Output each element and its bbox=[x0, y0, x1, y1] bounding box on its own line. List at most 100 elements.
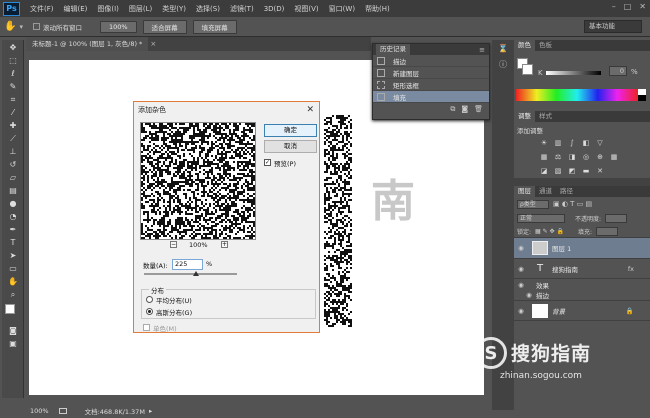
screen-mode-icon[interactable]: ▣ bbox=[6, 339, 20, 349]
close-icon[interactable]: ✕ bbox=[639, 2, 646, 11]
amount-input[interactable]: 225 bbox=[172, 259, 203, 270]
panel-menu-icon[interactable]: ≡ bbox=[479, 46, 485, 54]
channel-mixer-icon[interactable]: ⊕ bbox=[595, 153, 605, 162]
history-item[interactable]: 矩形选框 bbox=[373, 79, 489, 91]
move-tool-icon[interactable]: ✥ bbox=[6, 43, 20, 53]
filter-icons[interactable]: ▣ ◐ T ▭ ▤ bbox=[553, 200, 592, 208]
stroke-effect-row[interactable]: ◉ 描边 bbox=[514, 290, 650, 301]
uniform-radio[interactable] bbox=[146, 296, 153, 303]
status-arrow-icon[interactable]: ▸ bbox=[149, 407, 152, 415]
tab-swatches[interactable]: 色板 bbox=[535, 40, 556, 51]
shape-tool-icon[interactable]: ▭ bbox=[6, 264, 20, 274]
tool-preset-dropdown[interactable]: ▾ bbox=[19, 23, 23, 31]
type-tool-icon[interactable]: T bbox=[6, 238, 20, 248]
stamp-tool-icon[interactable]: ⊥ bbox=[6, 147, 20, 157]
brush-tool-icon[interactable]: ⟋ bbox=[6, 134, 20, 144]
threshold-icon[interactable]: ◩ bbox=[567, 167, 577, 176]
photo-filter-icon[interactable]: ◎ bbox=[581, 153, 591, 162]
menu-type[interactable]: 类型(Y) bbox=[157, 4, 191, 14]
pen-tool-icon[interactable]: ✒ bbox=[6, 225, 20, 235]
fx-icon[interactable]: fx bbox=[628, 265, 634, 273]
crop-tool-icon[interactable]: ⌗ bbox=[6, 95, 20, 105]
path-select-tool-icon[interactable]: ➤ bbox=[6, 251, 20, 261]
quick-mask-icon[interactable]: ◙ bbox=[6, 326, 20, 336]
color-balance-icon[interactable]: ⚖ bbox=[553, 153, 563, 162]
history-item[interactable]: 新建图层 bbox=[373, 67, 489, 79]
lasso-tool-icon[interactable]: ℓ bbox=[6, 69, 20, 79]
amount-slider-track[interactable] bbox=[144, 273, 237, 275]
k-slider[interactable] bbox=[546, 71, 601, 75]
bg-color-swatch[interactable] bbox=[522, 64, 533, 75]
layer-row[interactable]: ◉ T 搜狗指南 fx bbox=[514, 259, 650, 279]
invert-icon[interactable]: ◪ bbox=[539, 167, 549, 176]
effects-row[interactable]: ◉ 效果 bbox=[514, 279, 650, 290]
menu-window[interactable]: 窗口(W) bbox=[324, 4, 360, 14]
color-swatches[interactable] bbox=[5, 304, 20, 322]
eye-icon[interactable]: ◉ bbox=[522, 291, 536, 299]
menu-layer[interactable]: 图层(L) bbox=[124, 4, 157, 14]
export-icon[interactable] bbox=[58, 407, 67, 414]
selective-color-icon[interactable]: ✕ bbox=[595, 167, 605, 176]
cancel-button[interactable]: 取消 bbox=[264, 140, 317, 153]
tab-paths[interactable]: 路径 bbox=[556, 186, 577, 197]
eye-icon[interactable]: ◉ bbox=[514, 265, 528, 273]
history-brush-icon[interactable]: ↺ bbox=[6, 160, 20, 170]
document-tab[interactable]: 未标题-1 @ 100% (图层 1, 灰色/8) * bbox=[26, 37, 149, 51]
background-layer-row[interactable]: ◉ 背景 🔒 bbox=[514, 301, 650, 321]
zoom-out-button[interactable]: − bbox=[170, 241, 177, 248]
menu-image[interactable]: 图像(I) bbox=[92, 4, 124, 14]
history-panel-icon[interactable]: ⌛ bbox=[492, 44, 514, 53]
hand-tool-icon-2[interactable]: ✋ bbox=[6, 277, 20, 287]
fit-screen-button[interactable]: 适合屏幕 bbox=[142, 19, 187, 34]
actual-pixels-button[interactable]: 100% bbox=[99, 20, 137, 33]
zoom-level[interactable]: 100% bbox=[30, 407, 49, 415]
quick-select-tool-icon[interactable]: ✎ bbox=[6, 82, 20, 92]
amount-slider-thumb[interactable] bbox=[193, 271, 199, 276]
menu-filter[interactable]: 滤镜(T) bbox=[225, 4, 259, 14]
healing-tool-icon[interactable]: ✚ bbox=[6, 121, 20, 131]
foreground-color-icon[interactable] bbox=[5, 304, 15, 314]
brightness-icon[interactable]: ☀ bbox=[539, 139, 549, 148]
tab-history[interactable]: 历史记录 bbox=[376, 44, 410, 55]
tab-close-icon[interactable]: × bbox=[150, 40, 156, 48]
fill-input[interactable] bbox=[595, 226, 618, 236]
eraser-tool-icon[interactable]: ▱ bbox=[6, 173, 20, 183]
menu-view[interactable]: 视图(V) bbox=[289, 4, 323, 14]
blur-tool-icon[interactable]: ● bbox=[6, 199, 20, 209]
eye-icon[interactable]: ◉ bbox=[514, 281, 528, 289]
levels-icon[interactable]: ▥ bbox=[553, 139, 563, 148]
black-white-icon[interactable]: ◨ bbox=[567, 153, 577, 162]
gradient-map-icon[interactable]: ▬ bbox=[581, 167, 591, 176]
eye-icon[interactable]: ◉ bbox=[514, 244, 528, 252]
snapshot-icon[interactable]: ◙ bbox=[461, 105, 468, 113]
menu-edit[interactable]: 编辑(E) bbox=[59, 4, 93, 14]
posterize-icon[interactable]: ▧ bbox=[553, 167, 563, 176]
menu-3d[interactable]: 3D(D) bbox=[259, 5, 290, 13]
history-item[interactable]: 描边 bbox=[373, 55, 489, 67]
gaussian-radio[interactable] bbox=[146, 308, 153, 315]
noise-preview[interactable] bbox=[140, 122, 256, 240]
tab-color[interactable]: 颜色 bbox=[514, 40, 535, 51]
info-panel-icon[interactable]: ⓘ bbox=[492, 59, 514, 70]
dodge-tool-icon[interactable]: ◔ bbox=[6, 212, 20, 222]
opacity-input[interactable] bbox=[605, 213, 628, 223]
trash-icon[interactable]: 🗑 bbox=[474, 105, 483, 113]
new-document-from-state-icon[interactable]: ⧉ bbox=[450, 105, 455, 114]
hue-saturation-icon[interactable]: ▦ bbox=[539, 153, 549, 162]
layer-kind-filter[interactable]: ρ类型 bbox=[517, 199, 549, 209]
color-lookup-icon[interactable]: ▦ bbox=[609, 153, 619, 162]
exposure-icon[interactable]: ◧ bbox=[581, 139, 591, 148]
menu-select[interactable]: 选择(S) bbox=[191, 4, 225, 14]
document-info[interactable]: 文档:468.8K/1.37M bbox=[85, 406, 145, 416]
preview-checkbox[interactable]: ✓ bbox=[264, 159, 271, 166]
tab-adjustments[interactable]: 调整 bbox=[514, 111, 535, 122]
tab-layers[interactable]: 图层 bbox=[514, 186, 535, 197]
menu-help[interactable]: 帮助(H) bbox=[360, 4, 395, 14]
gradient-tool-icon[interactable]: ▤ bbox=[6, 186, 20, 196]
menu-file[interactable]: 文件(F) bbox=[25, 4, 59, 14]
history-item-active[interactable]: 填充 bbox=[373, 91, 489, 103]
scroll-all-checkbox[interactable] bbox=[32, 23, 40, 30]
zoom-tool-icon[interactable]: ⌕ bbox=[6, 290, 20, 300]
marquee-tool-icon[interactable]: ⬚ bbox=[6, 56, 20, 66]
hand-tool-icon[interactable]: ✋ bbox=[4, 21, 16, 32]
